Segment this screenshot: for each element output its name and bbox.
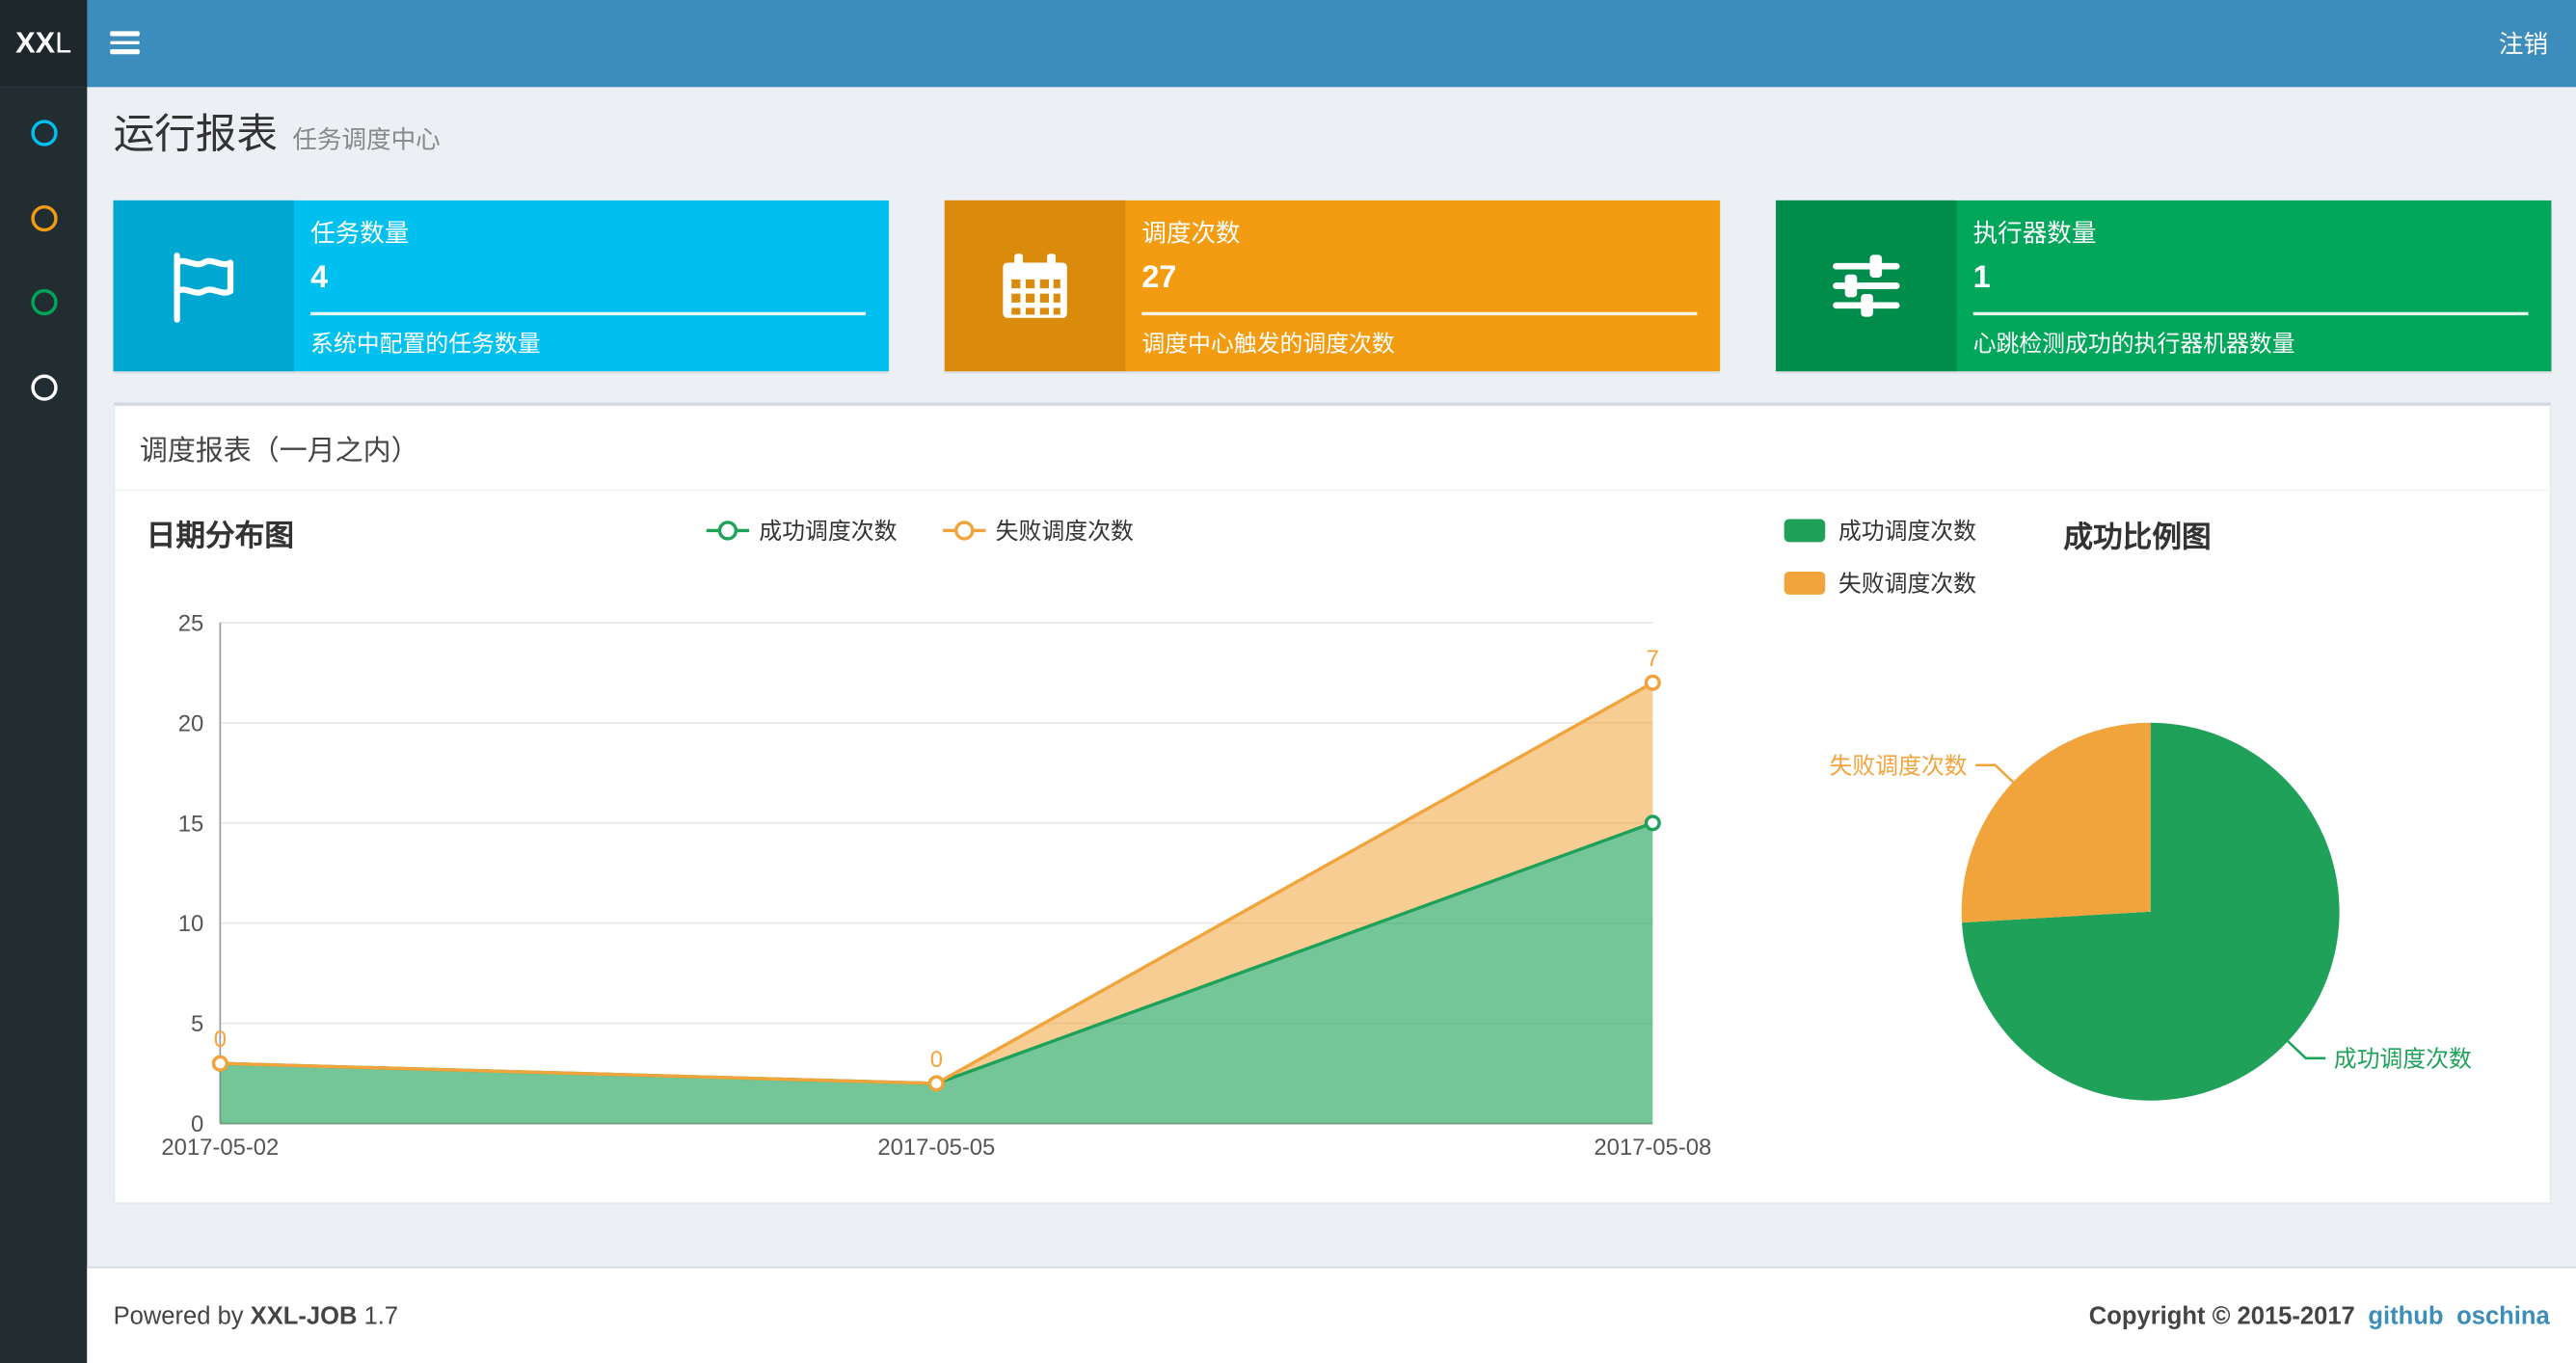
divider (1972, 311, 2529, 316)
info-box-description: 调度中心触发的调度次数 (1141, 330, 1395, 357)
legend-swatch (1784, 519, 1826, 543)
page-title: 运行报表 任务调度中心 (113, 111, 441, 158)
panel-title: 调度报表（一月之内） (115, 406, 2550, 492)
legend-item-fail[interactable]: 失败调度次数 (943, 514, 1134, 547)
svg-text:25: 25 (178, 610, 204, 636)
svg-text:0: 0 (214, 1027, 227, 1053)
report-panel: 调度报表（一月之内） 日期分布图 成功调度次数 失败调度次数 0 5 10 15 20 2… (113, 402, 2552, 1205)
svg-text:5: 5 (191, 1011, 203, 1037)
date-distribution-chart: 05101520252017-05-02 2017-05-05 2017-05-08… (161, 610, 1711, 1161)
info-box-value: 4 (310, 260, 329, 296)
sidebar-item-3[interactable] (0, 269, 87, 334)
info-box-trigger-count: 调度次数 27 调度中心触发的调度次数 (944, 200, 1721, 372)
svg-text:成功调度次数: 成功调度次数 (2334, 1046, 2472, 1072)
sidebar-item-2[interactable] (0, 186, 87, 252)
top-navbar: XX L 注销 (0, 0, 2576, 88)
line-chart-legend: 成功调度次数 失败调度次数 (706, 514, 1134, 547)
app-logo-bold: XX (15, 26, 56, 60)
line-chart-title: 日期分布图 (146, 519, 295, 552)
info-box-description: 心跳检测成功的执行器机器数量 (1972, 330, 2295, 357)
flag-icon (113, 200, 295, 372)
svg-text:失败调度次数: 失败调度次数 (1829, 753, 1967, 779)
info-box-title: 执行器数量 (1972, 220, 2097, 249)
logout-link[interactable]: 注销 (2471, 0, 2576, 87)
legend-label: 失败调度次数 (1838, 570, 1977, 597)
pie-chart-title: 成功比例图 (2063, 521, 2212, 554)
circle-icon (30, 374, 57, 401)
info-box-executor-count: 执行器数量 1 心跳检测成功的执行器机器数量 (1776, 200, 2552, 372)
circle-icon (30, 205, 57, 232)
svg-text:7: 7 (1647, 646, 1659, 672)
svg-text:2017-05-08: 2017-05-08 (1594, 1135, 1711, 1161)
info-box-title: 调度次数 (1141, 220, 1241, 249)
info-box-job-count: 任务数量 4 系统中配置的任务数量 (113, 200, 889, 372)
svg-text:15: 15 (178, 811, 204, 837)
svg-text:2017-05-05: 2017-05-05 (877, 1135, 995, 1161)
pie-chart-legend: 成功调度次数 失败调度次数 (1784, 514, 1976, 600)
svg-text:10: 10 (178, 911, 204, 937)
legend-item-success[interactable]: 成功调度次数 (1784, 514, 1976, 547)
circle-icon (30, 288, 57, 316)
svg-text:0: 0 (930, 1047, 943, 1073)
copyright: Copyright © 2015-2017 github oschina (2088, 1301, 2550, 1330)
line-legend-icon (706, 519, 750, 542)
legend-label: 失败调度次数 (995, 517, 1134, 545)
calendar-icon (944, 200, 1126, 372)
divider (1141, 311, 1698, 316)
content-header: 运行报表 任务调度中心 (114, 102, 441, 161)
divider (310, 311, 867, 316)
app-logo[interactable]: XX L (0, 0, 88, 88)
info-boxes-row: 任务数量 4 系统中配置的任务数量 调度次数 27 调度中心触发的调度次数 执行… (113, 200, 2552, 372)
info-box-description: 系统中配置的任务数量 (310, 330, 541, 357)
line-legend-icon (943, 519, 986, 542)
svg-text:2017-05-02: 2017-05-02 (161, 1135, 279, 1161)
legend-label: 成功调度次数 (759, 517, 898, 545)
legend-item-fail[interactable]: 失败调度次数 (1784, 567, 1976, 600)
svg-text:20: 20 (178, 710, 204, 736)
footer: Powered by XXL-JOB 1.7 Copyright © 2015-… (87, 1266, 2576, 1363)
oschina-link[interactable]: oschina (2456, 1301, 2550, 1329)
xxl-job-dashboard: XX L 注销 运行报表 任务调度中心 任务数量 4 系统中配置的任务数量 调度… (0, 0, 2576, 1363)
sidebar-item-1[interactable] (0, 100, 87, 166)
powered-by: Powered by XXL-JOB 1.7 (113, 1301, 399, 1330)
info-box-value: 27 (1141, 260, 1177, 296)
product-version: 1.7 (363, 1301, 399, 1330)
legend-swatch (1784, 572, 1826, 595)
sliders-icon (1776, 200, 1957, 372)
legend-item-success[interactable]: 成功调度次数 (706, 514, 898, 547)
page-subtitle: 任务调度中心 (292, 126, 441, 155)
github-link[interactable]: github (2368, 1301, 2443, 1329)
sidebar-item-4[interactable] (0, 355, 87, 420)
circle-icon (30, 120, 57, 147)
product-name: XXL-JOB (250, 1301, 358, 1330)
app-logo-light: L (55, 26, 72, 60)
sidebar (0, 87, 88, 1363)
success-ratio-pie-chart: 成功调度次数 失败调度次数 (1829, 722, 2472, 1101)
legend-label: 成功调度次数 (1838, 517, 1977, 545)
sidebar-toggle-icon[interactable] (110, 31, 140, 54)
info-box-value: 1 (1972, 260, 1991, 296)
info-box-title: 任务数量 (310, 220, 410, 249)
